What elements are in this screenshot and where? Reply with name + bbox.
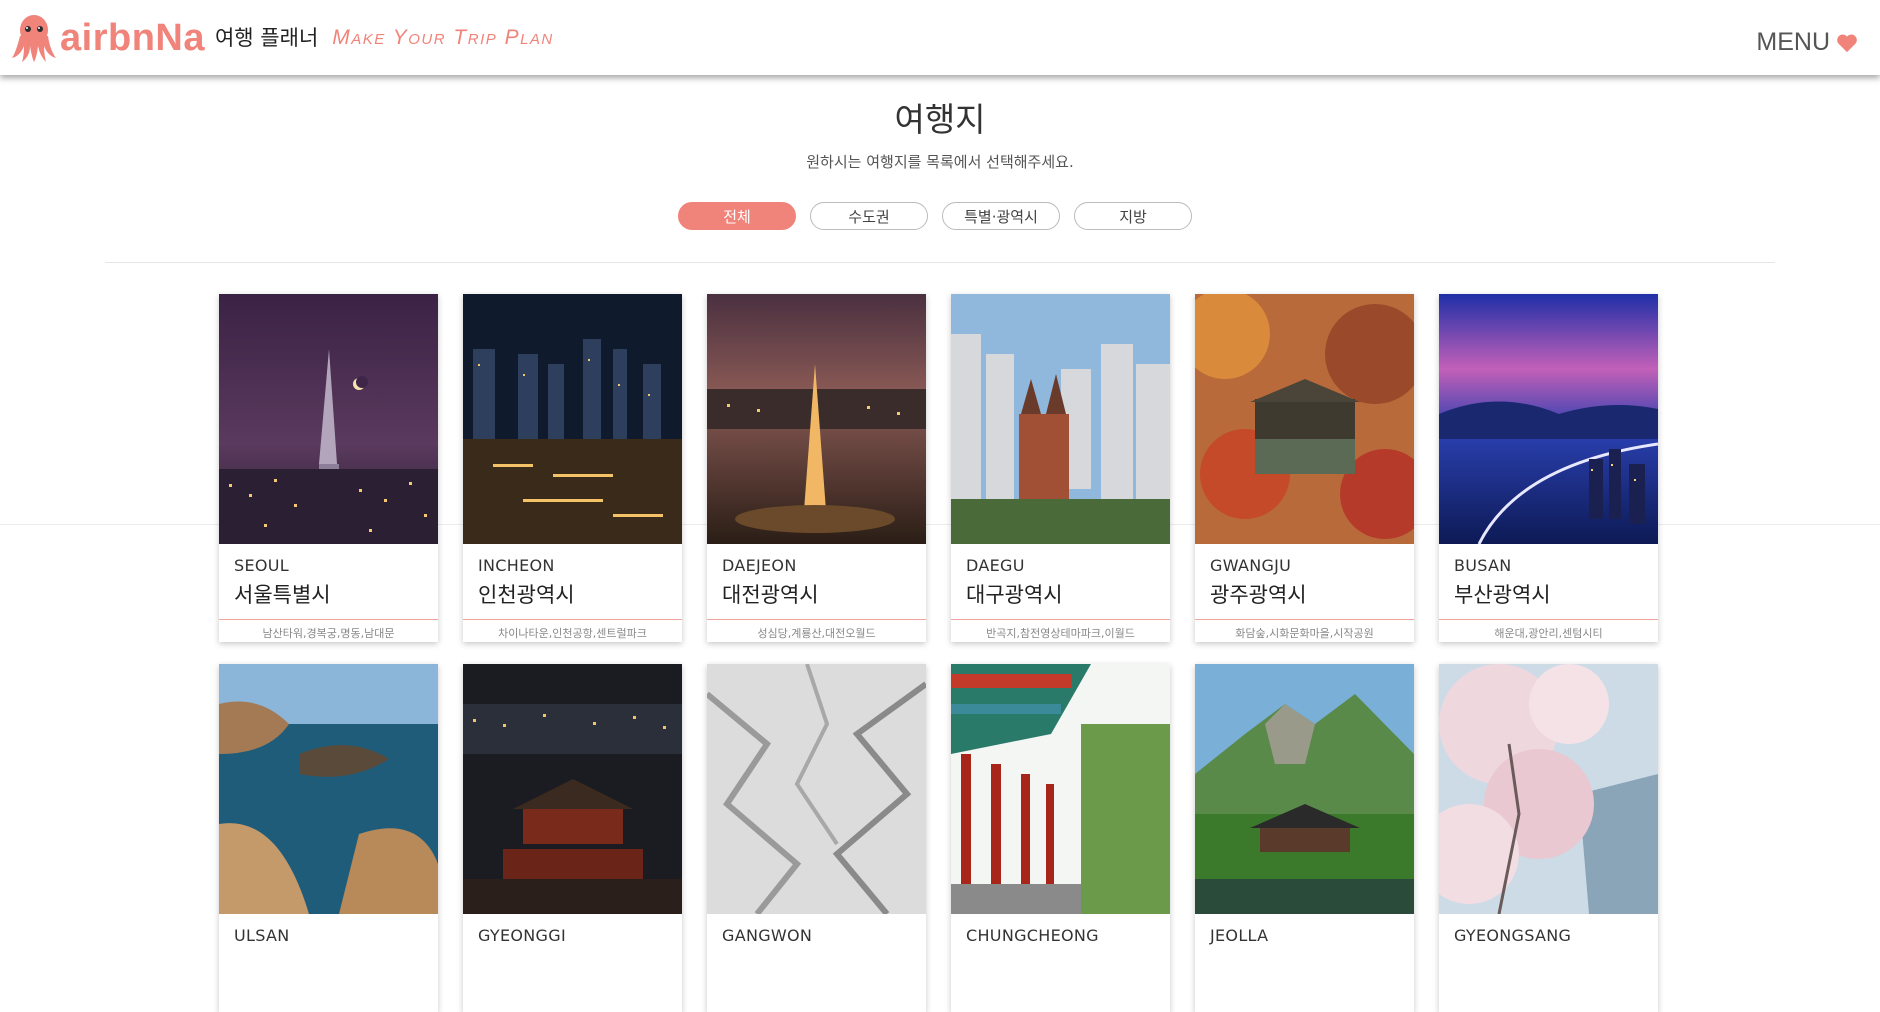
site-header: airbnNa 여행 플래너 Make Your Trip Plan MENU <box>0 0 1880 75</box>
destination-card-incheon[interactable]: INCHEON 인천광역시 차이나타운,인천공항,센트럴파크 <box>463 294 682 642</box>
tagline: Make Your Trip Plan <box>332 26 554 49</box>
incheon-photo <box>463 294 682 544</box>
jeolla-photo <box>1195 664 1414 914</box>
chungcheong-photo <box>951 664 1170 914</box>
destination-card-ulsan[interactable]: ULSAN <box>219 664 438 1012</box>
heart-icon <box>1837 34 1857 52</box>
gyeongsang-photo <box>1439 664 1658 914</box>
destination-card-gyeonggi[interactable]: GYEONGGI <box>463 664 682 1012</box>
card-english-name: INCHEON <box>478 556 555 575</box>
region-filter-group: 전체 수도권 특별·광역시 지방 <box>678 202 1192 230</box>
destination-card-daejeon[interactable]: DAEJEON 대전광역시 성심당,계룡산,대전오월드 <box>707 294 926 642</box>
card-korean-name: 부산광역시 <box>1454 583 1551 607</box>
card-english-name: DAEGU <box>966 556 1025 575</box>
planner-label: 여행 플래너 <box>214 26 319 50</box>
section-divider <box>105 262 1775 263</box>
card-tags: 남산타워,경복궁,명동,남대문 <box>262 627 395 640</box>
gwangju-photo <box>1195 294 1414 544</box>
card-korean-name: 인천광역시 <box>478 583 575 607</box>
filter-province-button[interactable]: 지방 <box>1074 202 1192 230</box>
destination-card-daegu[interactable]: DAEGU 대구광역시 반곡지,참전영상테마파크,이월드 <box>951 294 1170 642</box>
card-separator <box>1439 619 1658 620</box>
card-tags: 차이나타운,인천공항,센트럴파크 <box>498 627 647 640</box>
daegu-photo <box>951 294 1170 544</box>
destination-card-busan[interactable]: BUSAN 부산광역시 해운대,광안리,센텀시티 <box>1439 294 1658 642</box>
card-english-name: GWANGJU <box>1210 556 1292 575</box>
destination-card-seoul[interactable]: SEOUL 서울특별시 남산타워,경복궁,명동,남대문 <box>219 294 438 642</box>
menu-button[interactable]: MENU <box>1756 28 1858 57</box>
card-tags: 화담숲,시화문화마을,시작공원 <box>1235 627 1374 640</box>
card-english-name: BUSAN <box>1454 556 1512 575</box>
daejeon-photo <box>707 294 926 544</box>
busan-photo <box>1439 294 1658 544</box>
filter-metro-city-button[interactable]: 특별·광역시 <box>942 202 1060 230</box>
ulsan-photo <box>219 664 438 914</box>
card-separator <box>707 619 926 620</box>
page-title: 여행지 <box>894 100 986 139</box>
card-korean-name: 대구광역시 <box>966 583 1063 607</box>
destination-card-chungcheong[interactable]: CHUNGCHEONG <box>951 664 1170 1012</box>
gyeonggi-photo <box>463 664 682 914</box>
destination-card-gangwon[interactable]: GANGWON <box>707 664 926 1012</box>
menu-label: MENU <box>1756 28 1830 56</box>
card-english-name: DAEJEON <box>722 556 797 575</box>
gangwon-photo <box>707 664 926 914</box>
card-tags: 성심당,계룡산,대전오월드 <box>757 627 876 640</box>
card-separator <box>463 619 682 620</box>
card-english-name: SEOUL <box>234 556 289 575</box>
card-korean-name: 광주광역시 <box>1210 583 1307 607</box>
filter-capital-area-button[interactable]: 수도권 <box>810 202 928 230</box>
card-korean-name: 서울특별시 <box>234 583 331 607</box>
card-tags: 해운대,광안리,센텀시티 <box>1494 627 1603 640</box>
destination-card-jeolla[interactable]: JEOLLA <box>1195 664 1414 1012</box>
destination-card-gwangju[interactable]: GWANGJU 광주광역시 화담숲,시화문화마을,시작공원 <box>1195 294 1414 642</box>
destination-card-gyeongsang[interactable]: GYEONGSANG <box>1439 664 1658 1012</box>
card-korean-name: 대전광역시 <box>722 583 819 607</box>
page-subtitle: 원하시는 여행지를 목록에서 선택해주세요. <box>806 153 1074 171</box>
logo-text: airbnNa <box>60 17 205 59</box>
card-separator <box>1195 619 1414 620</box>
filter-all-button[interactable]: 전체 <box>678 202 796 230</box>
card-tags: 반곡지,참전영상테마파크,이월드 <box>986 627 1135 640</box>
card-separator <box>951 619 1170 620</box>
brand-logo[interactable]: airbnNa 여행 플래너 Make Your Trip Plan <box>10 12 554 64</box>
octopus-icon <box>12 15 56 62</box>
card-separator <box>219 619 438 620</box>
seoul-photo <box>219 294 438 544</box>
